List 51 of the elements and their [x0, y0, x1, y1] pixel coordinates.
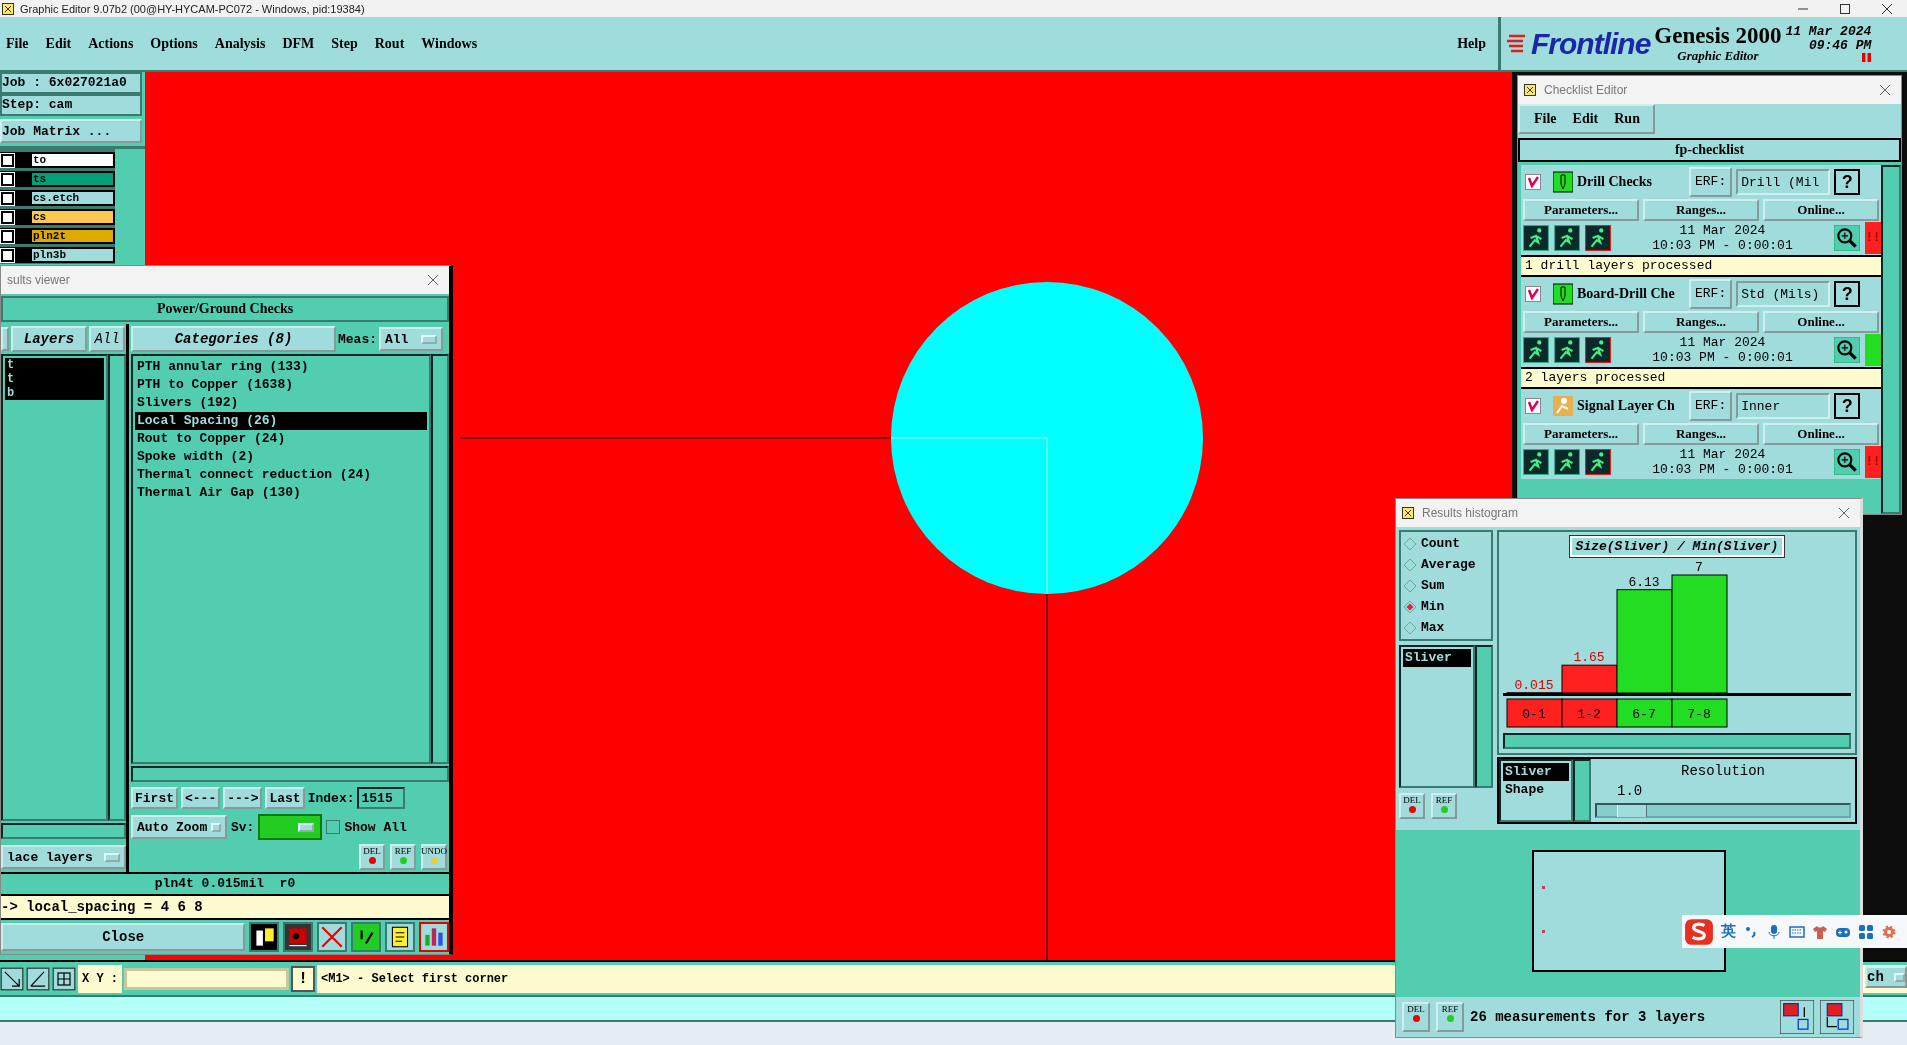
run-date: 11 Mar 2024: [1679, 335, 1766, 350]
erf-label: ERF:: [1689, 167, 1733, 197]
chart-title: Size(Sliver) / Min(Sliver): [1569, 536, 1785, 557]
radio-label: Sum: [1421, 578, 1445, 593]
product-name: Genesis 2000: [1654, 23, 1782, 48]
product-subtitle: Graphic Editor: [1677, 47, 1759, 64]
checklist-name: fp-checklist: [1518, 138, 1901, 162]
run-time: 10:03 PM - 0:00:01: [1652, 350, 1793, 365]
xy-label: X Y :: [78, 964, 122, 993]
radio-label: Average: [1421, 557, 1476, 572]
dialog-title: Results histogram: [1422, 506, 1520, 520]
action-name: Drill Checks: [1577, 174, 1654, 190]
bin-label: 1-2: [1577, 707, 1601, 722]
meas-label: Meas:: [338, 331, 377, 347]
sv-label: Sv:: [231, 819, 255, 835]
window-title: Graphic Editor 9.07b2 (00@HY-HYCAM-PC072 - Windows, pid:19384): [20, 2, 366, 15]
radio-label: Max: [1421, 620, 1445, 635]
action-message: 1 drill layers processed: [1521, 255, 1881, 277]
erf-label: ERF:: [1689, 391, 1733, 421]
run-time: 10:03 PM - 0:00:01: [1652, 462, 1793, 477]
action-message: 2 layers processed: [1521, 367, 1881, 389]
status-indicator: !!: [1865, 222, 1881, 254]
time-text: 09:46 PM: [1808, 39, 1872, 53]
dialog-title: Checklist Editor: [1544, 83, 1629, 97]
resolution-value: 1.0: [1616, 783, 1644, 799]
bin-label: 0-1: [1522, 707, 1546, 722]
step-label: Step: cam: [0, 94, 142, 116]
value-label: 0.015: [1514, 677, 1554, 693]
status-indicator: !!: [1865, 446, 1881, 478]
value-label: 1.65: [1573, 650, 1605, 666]
show-all-label: Show All: [344, 819, 407, 835]
resolution-label: Resolution: [1681, 763, 1765, 779]
action-name: Signal Layer Ch: [1577, 398, 1676, 414]
action-name: Board-Drill Che: [1577, 286, 1676, 302]
bin-label: 7-8: [1687, 707, 1711, 722]
index-label: Index:: [307, 790, 355, 806]
value-label: 6.13: [1628, 574, 1660, 590]
value-label: 7: [1695, 560, 1703, 575]
bin-label: 6-7: [1632, 707, 1656, 722]
run-date: 11 Mar 2024: [1679, 447, 1766, 462]
erf-label: ERF:: [1689, 279, 1733, 309]
logo-text: Frontline: [1531, 26, 1651, 61]
run-date: 11 Mar 2024: [1679, 223, 1766, 238]
job-label: Job : 6x027021a0: [0, 72, 142, 94]
date-text: 11 Mar 2024: [1785, 25, 1872, 39]
section-heading: Power/Ground Checks: [1, 296, 449, 322]
radio-label: Min: [1421, 599, 1445, 614]
run-time: 10:03 PM - 0:00:01: [1652, 238, 1793, 253]
dialog-title: sults viewer: [7, 273, 71, 287]
radio-label: Count: [1421, 536, 1460, 551]
summary-text: 26 measurements for 3 layers: [1470, 1009, 1707, 1025]
